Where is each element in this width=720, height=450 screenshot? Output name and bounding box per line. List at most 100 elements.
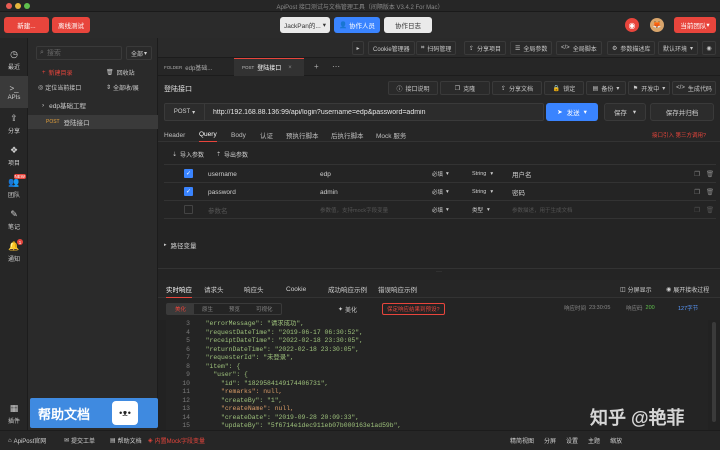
delete-icon[interactable]: 🗑 <box>706 206 714 214</box>
row-actions[interactable]: ❐ 🗑 <box>694 202 714 218</box>
expand-process-button[interactable]: ◉ 展开接收过程 <box>666 280 709 298</box>
tab-folder[interactable]: FOLDER edp基础... <box>164 58 224 76</box>
collab-log-button[interactable]: 协作日志 <box>384 17 432 33</box>
param-required[interactable]: 必填 ▾ <box>432 184 449 200</box>
help-banner[interactable]: 帮助文档 •ᴥ• <box>30 398 158 428</box>
param-type[interactable]: 类型 ▾ <box>472 202 490 218</box>
pane-divider[interactable]: ··· <box>158 268 720 278</box>
tab-login[interactable]: POST 登陆接口 × <box>234 58 304 76</box>
mode-visual[interactable]: 可视化 <box>248 304 281 314</box>
mode-raw[interactable]: 原生 <box>194 304 221 314</box>
beautify-button[interactable]: ✦ 美化 <box>338 303 357 315</box>
tab-auth[interactable]: 认证 <box>260 128 273 142</box>
more-tabs-icon[interactable]: ⋯ <box>332 62 340 71</box>
delete-icon[interactable]: 🗑 <box>706 188 714 196</box>
ticket-link[interactable]: ✉ 提交工单 <box>64 436 95 445</box>
offline-test-button[interactable]: 离线测试 <box>52 17 90 33</box>
official-site-link[interactable]: ⌂ ApiPost官网 <box>8 436 46 446</box>
env-select[interactable]: 默认环境 ▾ <box>658 41 698 55</box>
param-key-placeholder[interactable]: 参数名 <box>208 202 228 218</box>
lock-button[interactable]: 🔒 锁定 <box>544 81 584 95</box>
tab-body[interactable]: Body <box>231 128 246 142</box>
locate-button[interactable]: ◎ 定位当前接口 <box>38 83 81 92</box>
eye-icon[interactable]: ◉ <box>702 41 716 55</box>
param-required[interactable]: 必填 ▾ <box>432 166 449 182</box>
row-actions[interactable]: ❐ 🗑 <box>694 166 714 182</box>
save-preset-button[interactable]: 保定响应结果到预设? <box>382 303 445 315</box>
tab-post-script[interactable]: 后执行脚本 <box>331 128 364 142</box>
param-value-placeholder[interactable]: 参数值，支持mock字段变量 <box>320 202 388 218</box>
new-dir-button[interactable]: + 新建目录 <box>42 68 73 78</box>
url-input[interactable]: http://192.168.88.136:99/api/login?usern… <box>205 109 426 116</box>
param-value[interactable]: edp <box>320 166 331 182</box>
nav-recent[interactable]: ◷ 最近 <box>0 44 28 76</box>
param-type[interactable]: String ▾ <box>472 166 493 182</box>
tab-query[interactable]: Query <box>199 128 217 142</box>
recycle-button[interactable]: 🗑 回收站 <box>106 68 135 77</box>
sidebar-folder[interactable]: › edp基础工程 <box>42 100 86 111</box>
mode-preview[interactable]: 预览 <box>221 304 248 314</box>
new-button[interactable]: 新建... <box>4 17 49 33</box>
param-desc-placeholder[interactable]: 参数描述，用于生成文档 <box>512 202 573 218</box>
checkbox[interactable] <box>184 205 193 214</box>
team-button[interactable]: 当前团队 ▾ <box>674 17 716 33</box>
simple-view-button[interactable]: 精简视图 <box>510 436 534 445</box>
clone-button[interactable]: ❐ 克隆 <box>440 81 490 95</box>
close-icon[interactable]: × <box>288 65 292 71</box>
tab-pre-script[interactable]: 预执行脚本 <box>286 128 319 142</box>
search-input[interactable]: ⌕ 搜索 <box>36 46 122 60</box>
nav-share[interactable]: ⇪ 分享 <box>0 108 28 140</box>
share-project-button[interactable]: ⇪ 分享项目 <box>464 41 507 55</box>
tab-req-headers[interactable]: 请求头 <box>204 280 224 298</box>
nav-notes[interactable]: ✎ 笔记 <box>0 204 28 236</box>
mock-vars-link[interactable]: ◈ 内置Mock字段变量 <box>148 436 205 445</box>
path-vars-toggle[interactable]: ▸ 路径变量 <box>164 240 197 250</box>
method-select[interactable]: POST ▾ <box>165 104 205 120</box>
save-button[interactable]: 保存 ▾ <box>604 103 646 121</box>
global-script-button[interactable]: </> 全局脚本 <box>556 41 602 55</box>
param-required[interactable]: 必填 ▾ <box>432 202 449 218</box>
split-view-button[interactable]: ◫ 分屏显示 <box>620 280 652 298</box>
api-doc-button[interactable]: ⓘ 接口说明 <box>388 81 438 95</box>
drag-handle-icon[interactable]: ··· <box>158 269 720 275</box>
nav-notify[interactable]: 🔔 通知 1 <box>0 236 28 268</box>
param-desc[interactable]: 用户名 <box>512 166 532 182</box>
status-select[interactable]: ⚑ 开发中 ▾ <box>628 81 670 95</box>
help-docs-link[interactable]: ▤ 帮助文档 <box>110 436 142 445</box>
tab-resp-headers[interactable]: 响应头 <box>244 280 264 298</box>
zoom-button[interactable]: 缩放 <box>610 436 622 445</box>
collapse-button[interactable]: ⇕ 全部收/展 <box>106 83 139 92</box>
workspace-select[interactable]: JackPan的... ▾ <box>280 17 330 33</box>
tab-error-example[interactable]: 错误响应示例 <box>378 280 417 298</box>
param-desc-button[interactable]: ⚙ 参数描述库 <box>607 41 656 55</box>
copy-icon[interactable]: ❐ <box>694 170 700 178</box>
tab-realtime[interactable]: 实时响应 <box>166 280 192 298</box>
split-button[interactable]: 分屏 <box>544 436 556 445</box>
tab-header[interactable]: Header <box>164 128 185 142</box>
scan-button[interactable]: ⌗ 扫码管理 <box>416 41 457 55</box>
cookie-button[interactable]: Cookie管理器 <box>368 41 415 55</box>
collapse-toolbar-icon[interactable]: ▸ <box>352 41 364 55</box>
copy-icon[interactable]: ❐ <box>694 206 700 214</box>
sidebar-api-item[interactable]: POST 登陆接口 <box>28 115 158 129</box>
backup-button[interactable]: ▤ 备份 ▾ <box>586 81 626 95</box>
theme-button[interactable]: 主题 <box>588 436 600 445</box>
tab-cookie[interactable]: Cookie <box>286 280 306 298</box>
param-desc[interactable]: 密码 <box>512 184 525 200</box>
tab-success-example[interactable]: 成功响应示例 <box>328 280 367 298</box>
nav-apis[interactable]: >_ APIs <box>0 76 28 108</box>
avatar[interactable]: 🦊 <box>650 18 664 32</box>
mode-beautify[interactable]: 美化 <box>167 304 195 314</box>
param-value[interactable]: admin <box>320 184 338 200</box>
nav-team[interactable]: 👥 团队 NEW <box>0 172 28 204</box>
third-party-link[interactable]: 接口引入 第三方调用? <box>652 128 706 142</box>
settings-button[interactable]: 设置 <box>566 436 578 445</box>
copy-icon[interactable]: ❐ <box>694 188 700 196</box>
filter-select[interactable]: 全部 ▾ <box>126 46 152 60</box>
nav-plugins[interactable]: ▦ 插件 <box>0 398 28 430</box>
param-key[interactable]: password <box>208 184 236 200</box>
invite-button[interactable]: 👤 协作人员 <box>334 17 380 33</box>
import-params-button[interactable]: ⇣ 导入参数 <box>172 150 204 159</box>
save-archive-button[interactable]: 保存并归档 <box>650 103 714 121</box>
delete-icon[interactable]: 🗑 <box>706 170 714 178</box>
